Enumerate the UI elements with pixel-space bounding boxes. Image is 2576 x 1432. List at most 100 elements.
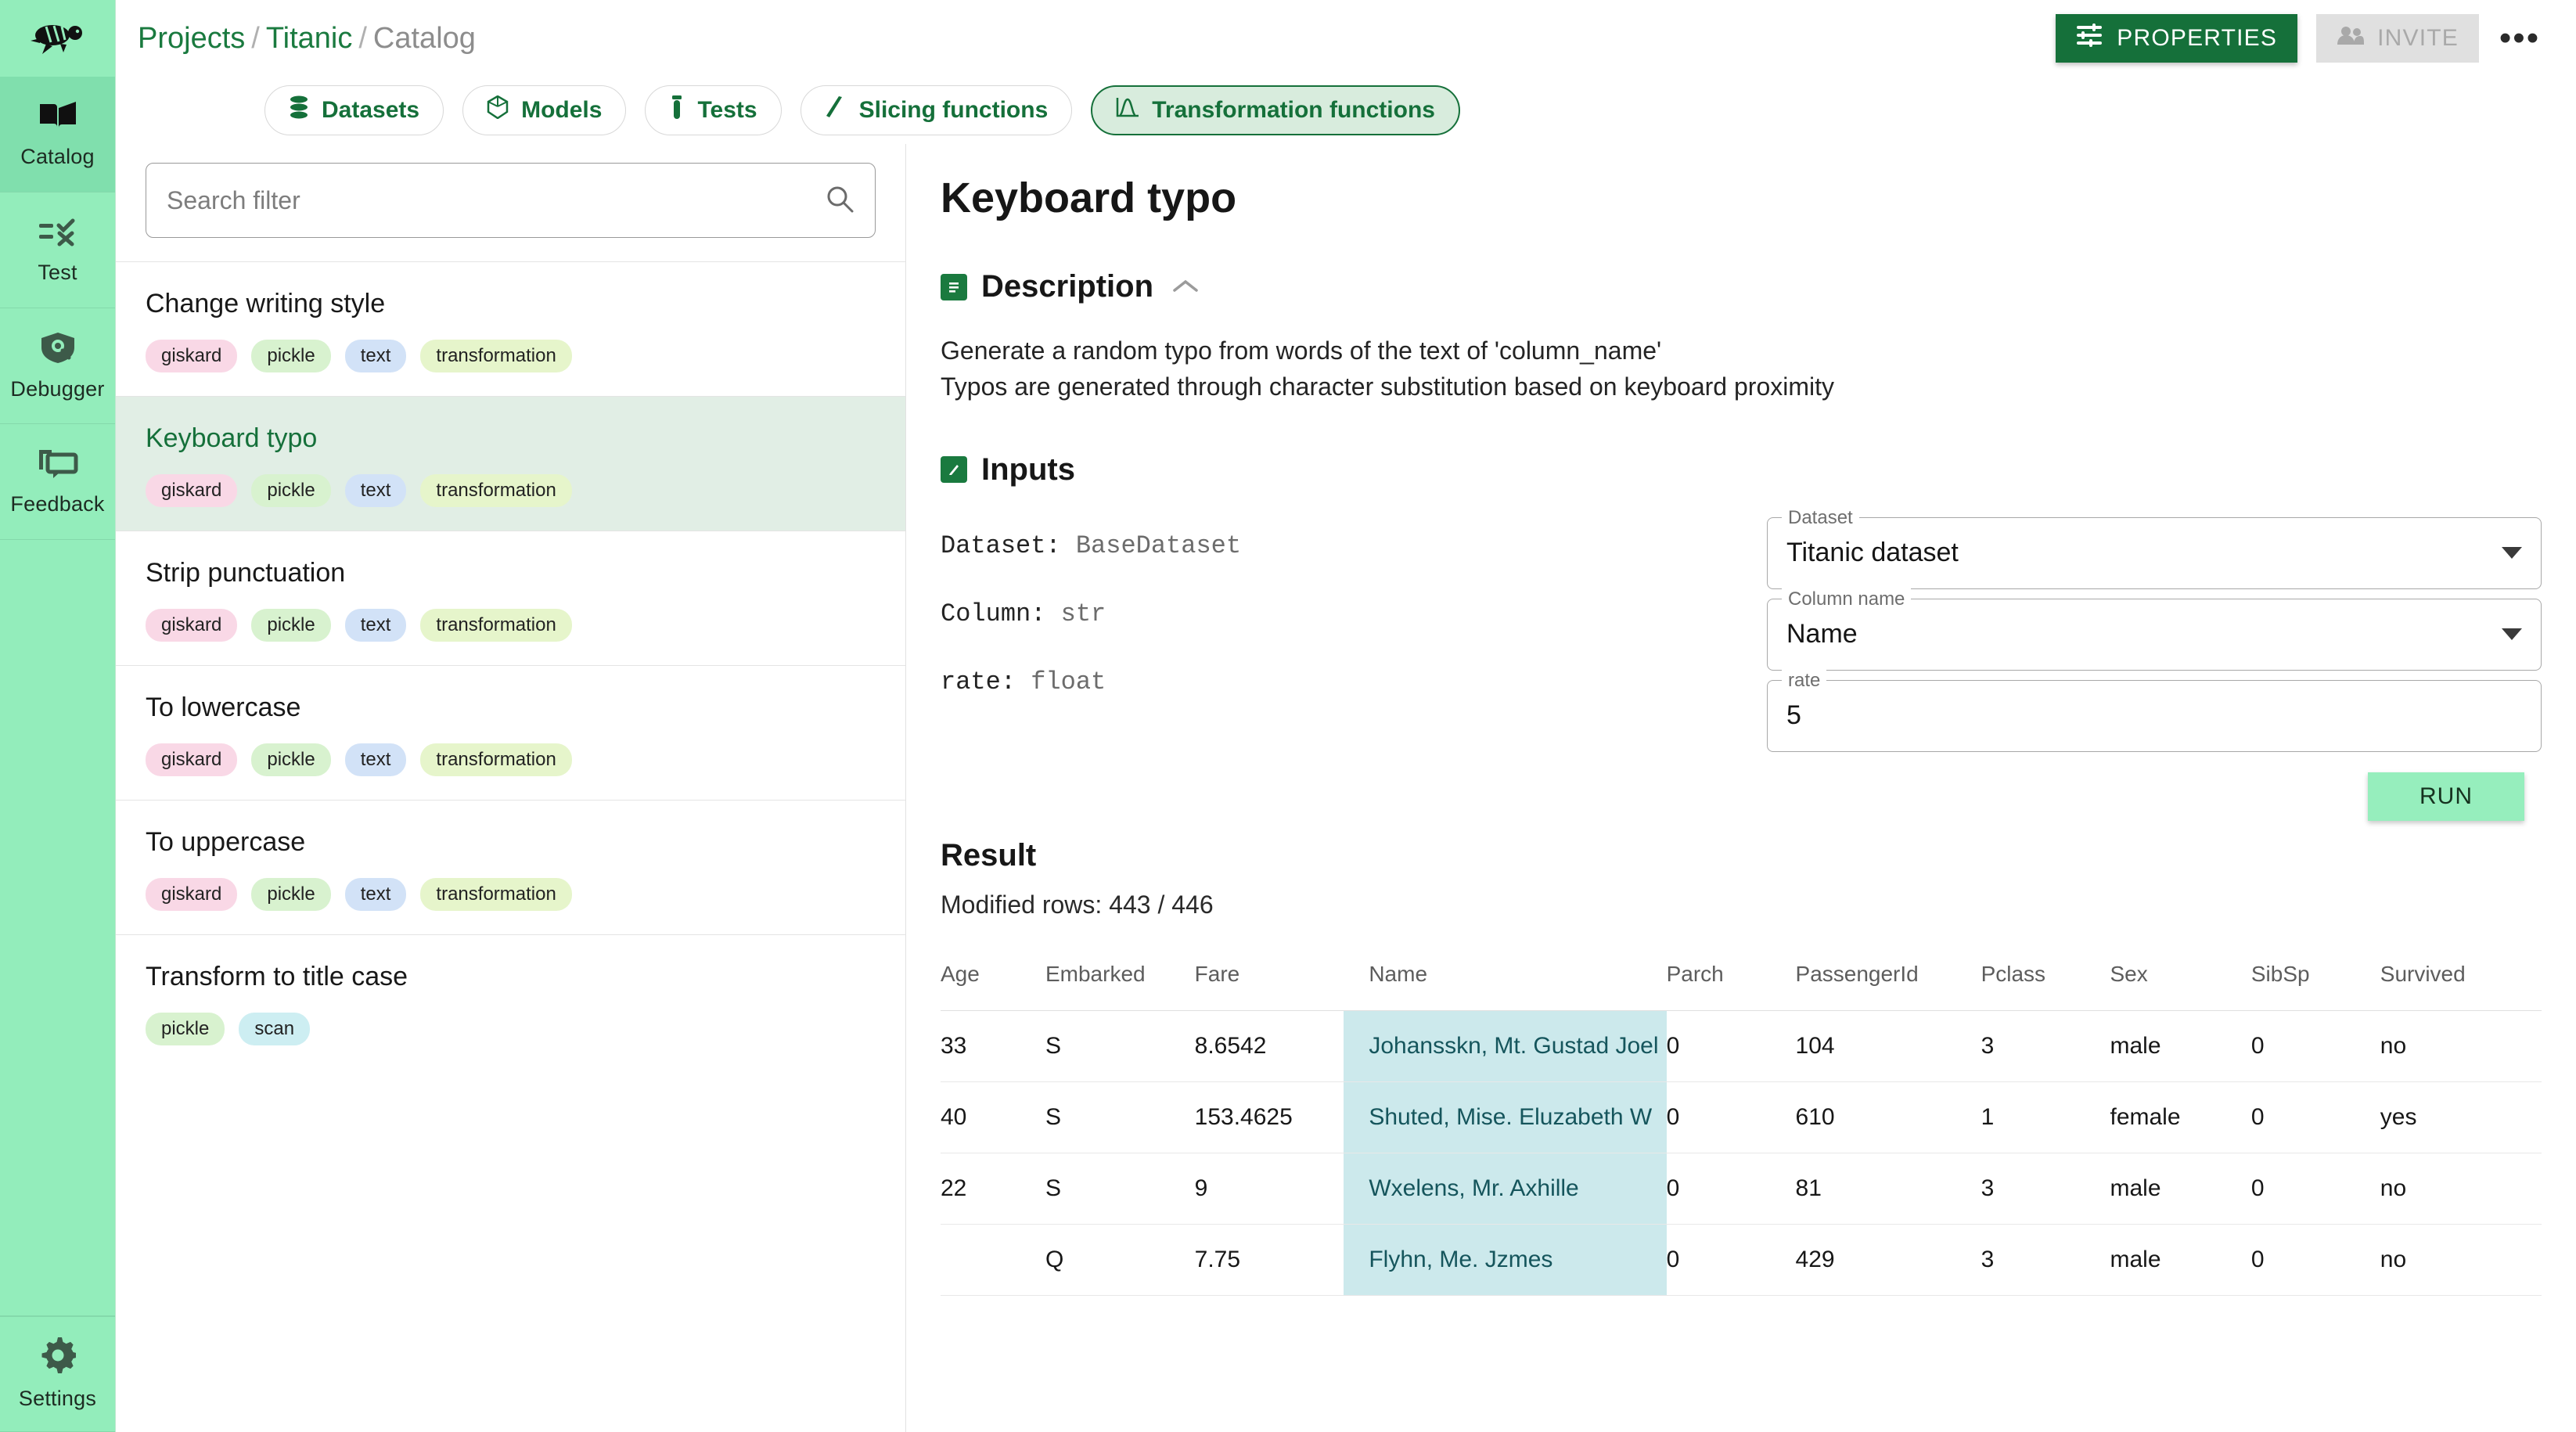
breadcrumb-projects[interactable]: Projects	[138, 22, 245, 55]
cell-fare: 7.75	[1195, 1224, 1344, 1295]
column-header-sex[interactable]: Sex	[2110, 949, 2250, 1011]
more-options-icon[interactable]: •••	[2498, 16, 2542, 60]
list-item-selected[interactable]: Keyboard typo giskard pickle text transf…	[116, 396, 905, 531]
signature-param-type: BaseDataset	[1076, 531, 1241, 560]
sidebar-item-label: Debugger	[10, 377, 104, 401]
table-row[interactable]: 33 S 8.6542 Johansskn, Mt. Gustad Joel 0…	[941, 1010, 2542, 1081]
database-icon	[289, 95, 309, 125]
description-line: Typos are generated through character su…	[941, 369, 2542, 405]
chevron-up-icon[interactable]	[1172, 275, 1199, 299]
column-header-sibsp[interactable]: SibSp	[2251, 949, 2380, 1011]
breadcrumb-project[interactable]: Titanic	[266, 22, 353, 55]
cell-sex: male	[2110, 1010, 2250, 1081]
column-header-embarked[interactable]: Embarked	[1045, 949, 1195, 1011]
column-header-passengerid[interactable]: PassengerId	[1796, 949, 1981, 1011]
function-name: Change writing style	[146, 289, 876, 319]
cell-embarked: S	[1045, 1081, 1195, 1153]
sidebar-item-debugger[interactable]: Debugger	[0, 308, 115, 424]
cell-age: 33	[941, 1010, 1045, 1081]
list-item[interactable]: Change writing style giskard pickle text…	[116, 261, 905, 396]
cell-sex: male	[2110, 1224, 2250, 1295]
transform-curve-icon	[1116, 95, 1139, 125]
sidebar-item-label: Catalog	[20, 145, 94, 169]
cell-sex: male	[2110, 1153, 2250, 1224]
test-checklist-icon	[38, 216, 78, 251]
tag: giskard	[146, 743, 237, 776]
cell-parch: 0	[1667, 1081, 1796, 1153]
chevron-down-icon[interactable]	[2502, 547, 2522, 559]
column-header-age[interactable]: Age	[941, 949, 1045, 1011]
properties-button[interactable]: PROPERTIES	[2056, 14, 2297, 63]
table-row[interactable]: 40 S 153.4625 Shuted, Mise. Eluzabeth W …	[941, 1081, 2542, 1153]
cell-passengerid: 104	[1796, 1010, 1981, 1081]
search-input[interactable]	[167, 186, 825, 215]
tag-group: giskard pickle text transformation	[146, 340, 876, 372]
search-filter-box[interactable]	[146, 163, 876, 238]
list-item[interactable]: To uppercase giskard pickle text transfo…	[116, 800, 905, 934]
tag: transformation	[420, 474, 571, 507]
app-logo[interactable]	[0, 0, 115, 77]
sidebar-item-catalog[interactable]: Catalog	[0, 77, 115, 192]
column-header-name[interactable]: Name	[1344, 949, 1666, 1011]
table-header-row: Age Embarked Fare Name Parch PassengerId…	[941, 949, 2542, 1011]
cell-survived: no	[2380, 1224, 2542, 1295]
tab-datasets[interactable]: Datasets	[264, 85, 444, 135]
function-detail-pane: Keyboard typo Description	[906, 144, 2576, 1432]
people-icon	[2337, 25, 2365, 52]
tag: giskard	[146, 609, 237, 642]
rail-spacer	[0, 540, 115, 1316]
tag: transformation	[420, 340, 571, 372]
chevron-down-icon[interactable]	[2502, 628, 2522, 640]
sidebar-item-label: Settings	[19, 1387, 96, 1411]
column-header-fare[interactable]: Fare	[1195, 949, 1344, 1011]
list-item[interactable]: To lowercase giskard pickle text transfo…	[116, 665, 905, 800]
tab-slicing-functions[interactable]: Slicing functions	[801, 85, 1073, 135]
cell-fare: 8.6542	[1195, 1010, 1344, 1081]
tab-tests[interactable]: Tests	[645, 85, 781, 135]
cell-sibsp: 0	[2251, 1010, 2380, 1081]
sidebar-item-settings[interactable]: Settings	[0, 1316, 115, 1432]
result-table-head: Age Embarked Fare Name Parch PassengerId…	[941, 949, 2542, 1011]
modified-rows-status: Modified rows: 443 / 446	[941, 891, 2542, 919]
tag: pickle	[251, 474, 330, 507]
inputs-edit-icon	[941, 456, 967, 483]
description-heading: Description	[981, 269, 1153, 304]
column-header-pclass[interactable]: Pclass	[1981, 949, 2110, 1011]
cell-parch: 0	[1667, 1153, 1796, 1224]
signature-param-type: str	[1061, 599, 1106, 628]
list-item[interactable]: Transform to title case pickle scan	[116, 934, 905, 1069]
sidebar-item-test[interactable]: Test	[0, 192, 115, 308]
run-button[interactable]: RUN	[2368, 772, 2524, 821]
cell-fare: 153.4625	[1195, 1081, 1344, 1153]
table-row[interactable]: Q 7.75 Flyhn, Me. Jzmes 0 429 3 male 0 n…	[941, 1224, 2542, 1295]
tag: giskard	[146, 340, 237, 372]
inputs-section-header: Inputs	[941, 452, 2542, 488]
tag: transformation	[420, 743, 571, 776]
dataset-select[interactable]: Dataset Titanic dataset	[1767, 517, 2542, 589]
cell-passengerid: 610	[1796, 1081, 1981, 1153]
invite-button-label: INVITE	[2377, 25, 2459, 52]
cell-parch: 0	[1667, 1224, 1796, 1295]
cell-embarked: S	[1045, 1010, 1195, 1081]
column-header-survived[interactable]: Survived	[2380, 949, 2542, 1011]
search-icon[interactable]	[825, 184, 854, 218]
table-row[interactable]: 22 S 9 Wxelens, Mr. Axhille 0 81 3 male …	[941, 1153, 2542, 1224]
invite-button[interactable]: INVITE	[2316, 14, 2479, 63]
column-name-select[interactable]: Column name Name	[1767, 599, 2542, 671]
cell-embarked: S	[1045, 1153, 1195, 1224]
column-header-parch[interactable]: Parch	[1667, 949, 1796, 1011]
signature-param-name: Dataset:	[941, 531, 1061, 560]
rate-input[interactable]: rate 5	[1767, 680, 2542, 752]
sidebar-item-feedback[interactable]: Feedback	[0, 424, 115, 540]
dataset-select-label: Dataset	[1782, 507, 1859, 529]
page-title: Keyboard typo	[941, 174, 2542, 222]
sliders-icon	[2076, 23, 2103, 53]
tag: pickle	[251, 743, 330, 776]
tab-models[interactable]: Models	[462, 85, 626, 135]
rate-input-label: rate	[1782, 670, 1826, 692]
list-item[interactable]: Strip punctuation giskard pickle text tr…	[116, 531, 905, 665]
tab-label: Models	[521, 97, 602, 124]
cell-age: 22	[941, 1153, 1045, 1224]
tab-transformation-functions[interactable]: Transformation functions	[1091, 85, 1460, 135]
tag: text	[345, 340, 407, 372]
